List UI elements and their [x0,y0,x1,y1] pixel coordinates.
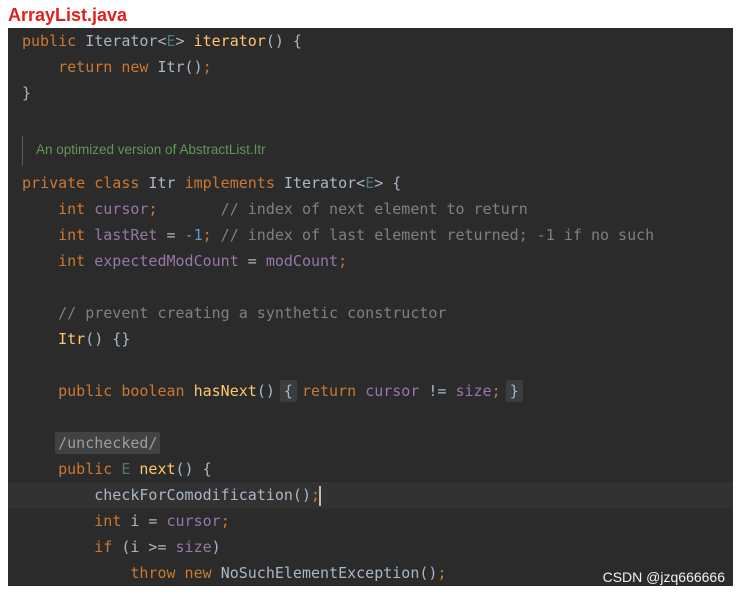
code-token: public [22,460,122,478]
code-line[interactable] [8,352,733,378]
code-token: // index of last element returned; -1 if… [211,226,655,244]
code-line[interactable]: int i = cursor; [8,508,733,534]
code-line[interactable]: int lastRet = -1; // index of last eleme… [8,222,733,248]
folded-region[interactable]: /unchecked/ [55,432,161,454]
code-token: E [121,460,140,478]
code-token: int [22,226,95,244]
code-line[interactable]: return new Itr(); [8,54,733,80]
rendered-doc-comment: An optimized version of AbstractList.Itr [8,132,733,170]
code-token: int [22,200,95,218]
doc-comment-text: An optimized version of AbstractList.Itr [36,142,266,157]
code-token: > { [374,174,402,192]
code-line[interactable]: int expectedModCount = modCount; [8,248,733,274]
code-token: } [22,84,32,102]
code-token: // prevent creating a synthetic construc… [22,304,447,322]
code-token: size [175,538,212,556]
code-token: throw new [22,564,221,582]
code-token: Itr() [157,58,203,76]
code-line[interactable]: public Iterator<E> iterator() { [8,28,733,54]
code-token: ; [202,226,212,244]
code-token: // index of next element to return [157,200,528,218]
code-token: () { [175,460,212,478]
code-token: E [166,32,176,50]
code-token: cursor [365,382,420,400]
code-token: Iterator< [85,32,167,50]
code-token: = [238,252,266,270]
code-token: -1 [184,226,203,244]
code-line[interactable] [8,274,733,300]
code-token: int [22,512,131,530]
code-line[interactable]: // prevent creating a synthetic construc… [8,300,733,326]
code-token: hasNext [193,382,257,400]
code-token: Iterator< [283,174,366,192]
code-line-current[interactable]: checkForComodification(); [8,482,733,508]
code-token: int [22,252,95,270]
code-token: ; [437,564,447,582]
code-token: ) [211,538,221,556]
code-token: = [157,226,185,244]
code-line[interactable] [8,106,733,132]
code-line[interactable]: Itr() {} [8,326,733,352]
code-token: (i >= [121,538,176,556]
folded-region[interactable]: } [505,380,523,402]
code-token: ; [202,58,212,76]
code-line[interactable] [8,404,733,430]
code-token: modCount [265,252,339,270]
code-token: lastRet [94,226,158,244]
code-token: public [22,32,86,50]
code-token: > [175,32,194,50]
code-token: cursor [166,512,221,530]
code-line[interactable]: public E next() { [8,456,733,482]
code-token: return new [22,58,158,76]
code-token: return [292,382,366,400]
code-token: public boolean [22,382,194,400]
code-token: checkForComodification() [22,486,311,504]
code-editor[interactable]: public Iterator<E> iterator() { return n… [8,28,733,586]
code-token: E [365,174,375,192]
doc-comment-bar [22,136,23,166]
code-token: expectedModCount [94,252,239,270]
code-token: NoSuchElementException() [220,564,438,582]
code-token: iterator [193,32,266,50]
code-line[interactable]: private class Itr implements Iterator<E>… [8,170,733,196]
code-token: size [455,382,492,400]
code-line[interactable]: } [8,80,733,106]
code-token: Itr [22,330,86,348]
file-title: ArrayList.java [8,5,128,25]
code-token: if [22,538,122,556]
watermark: CSDN @jzq666666 [602,569,725,585]
text-caret [319,485,322,506]
code-token: () { [265,32,302,50]
code-token: cursor [94,200,149,218]
code-token: Itr [148,174,185,192]
code-line[interactable]: int cursor; // index of next element to … [8,196,733,222]
code-token: i = [130,512,167,530]
code-token: implements [184,174,284,192]
code-token: ; [338,252,348,270]
code-token: private class [22,174,149,192]
code-token: next [139,460,176,478]
code-line[interactable]: /unchecked/ [8,430,733,456]
code-token: () {} [85,330,131,348]
code-line[interactable]: public boolean hasNext() { return cursor… [8,378,733,404]
code-line[interactable]: if (i >= size) [8,534,733,560]
code-token: ; [220,512,230,530]
code-token: != [419,382,456,400]
